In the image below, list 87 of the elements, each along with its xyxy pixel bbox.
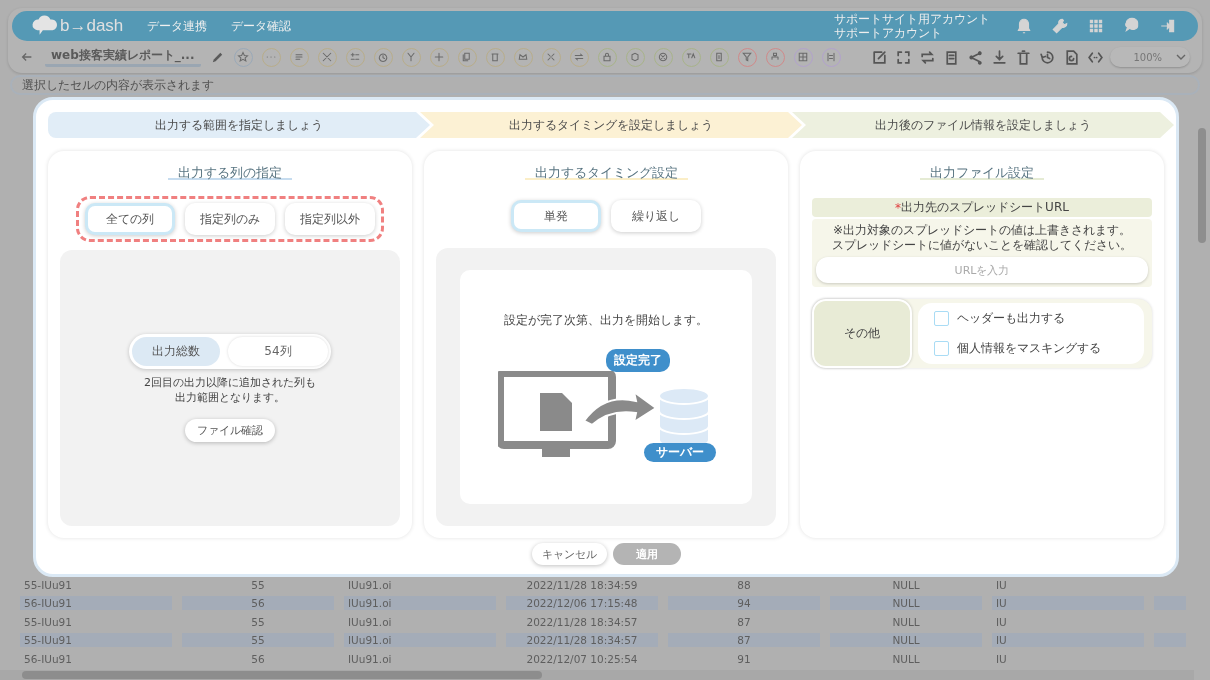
chat-icon[interactable] xyxy=(1123,17,1141,35)
table-cell: IU xyxy=(992,596,1144,611)
download-icon[interactable] xyxy=(991,48,1008,66)
table-cell-text: 55-IUu91 xyxy=(23,614,73,629)
table-cell-text: 91 xyxy=(736,651,752,666)
checkbox-label: ヘッダーも出力する xyxy=(957,310,1065,327)
table-cell-text: 56 xyxy=(250,651,266,666)
logout-icon[interactable] xyxy=(1159,17,1177,35)
table-cell: 56-IUu91 xyxy=(20,596,172,611)
table-cell: NULL xyxy=(830,633,982,648)
cancel-button[interactable]: キャンセル xyxy=(531,543,607,565)
panel-title: 出力ファイル設定 xyxy=(920,163,1044,182)
vertical-scrollbar[interactable] xyxy=(1198,128,1206,243)
table-cell-text: 55-IUu91 xyxy=(23,577,73,592)
panel-title: 出力するタイミング設定 xyxy=(524,163,688,182)
step-banner: 出力する範囲を指定しましょう xyxy=(48,112,430,138)
table-cell: IUu91.oi xyxy=(344,596,496,611)
checkbox[interactable] xyxy=(934,311,949,326)
expand-icon[interactable] xyxy=(895,48,912,66)
table-cell: 2022/11/28 18:34:57 xyxy=(506,633,658,648)
url-input[interactable]: URLを入力 xyxy=(816,257,1148,283)
table-cell-text: IU xyxy=(995,614,1008,629)
table-cell-text: 88 xyxy=(736,577,752,592)
note-text: 出力範囲となります。 xyxy=(175,390,285,405)
account-name: サポートサイト用アカウント xyxy=(834,12,990,26)
option-button[interactable]: 指定列のみ xyxy=(185,203,275,235)
horizontal-scrollbar[interactable] xyxy=(0,670,1194,680)
table-cell-text: NULL xyxy=(891,614,921,629)
history-icon[interactable] xyxy=(1039,48,1056,66)
table-cell-text: NULL xyxy=(891,577,921,592)
table-cell-text: NULL xyxy=(891,651,921,666)
file-refresh-icon[interactable] xyxy=(1063,48,1080,66)
back-arrow-icon[interactable] xyxy=(20,50,34,64)
table-cell: NULL xyxy=(830,596,982,611)
wrench-icon[interactable] xyxy=(1051,17,1069,35)
table-cell: 87 xyxy=(668,633,820,648)
required-mark: * xyxy=(895,200,902,215)
report-title[interactable]: web接客実績レポート_... xyxy=(45,47,201,67)
table-cell-text: IUu91.oi xyxy=(347,577,393,592)
total-label: 出力総数 xyxy=(132,337,221,366)
table-cell-text: IU xyxy=(995,651,1008,666)
table-cell-text: IU xyxy=(995,577,1008,592)
server-badge: サーバー xyxy=(644,443,716,462)
table-cell: 55 xyxy=(182,633,334,648)
option-button[interactable]: 単発 xyxy=(511,200,601,232)
other-label: その他 xyxy=(812,299,912,368)
file-check-button[interactable]: ファイル確認 xyxy=(185,419,275,442)
table-cell-text: 56-IUu91 xyxy=(23,651,73,666)
option-button[interactable]: 繰り返し xyxy=(611,200,701,232)
table-cell: 2022/12/06 17:15:48 xyxy=(506,596,658,611)
edit-icon[interactable] xyxy=(871,48,888,66)
logo-text: b→dash xyxy=(60,16,124,36)
table-cell: IU xyxy=(992,633,1144,648)
account-name: サポートアカウント xyxy=(834,26,943,40)
table-cell-text: 2022/11/28 18:34:57 xyxy=(525,614,639,629)
checkbox[interactable] xyxy=(934,341,949,356)
table-cell-text: 55 xyxy=(250,577,266,592)
table-cell: 55-IUu91 xyxy=(20,633,172,648)
bell-icon[interactable] xyxy=(1015,17,1033,35)
step-banner: 出力後のファイル情報を設定しましょう xyxy=(792,112,1174,138)
share-icon[interactable] xyxy=(967,48,984,66)
option-button[interactable]: 全ての列 xyxy=(85,203,175,235)
status-message: 設定が完了次第、出力を開始します。 xyxy=(504,312,708,329)
table-cell-text: 55 xyxy=(250,614,266,629)
checkbox-label: 個人情報をマスキングする xyxy=(957,340,1101,357)
table-cell-text: IUu91.oi xyxy=(347,651,393,666)
cell-content-field[interactable]: 選択したセルの内容が表示されます xyxy=(10,75,1200,95)
clipboard-icon[interactable] xyxy=(943,48,960,66)
table-cell-text: 87 xyxy=(736,614,752,629)
warning-text: ※出力対象のスプレッドシートの値は上書きされます。 xyxy=(832,223,1132,238)
table-cell: IUu91.oi xyxy=(344,633,496,648)
note-text: 2回目の出力以降に追加された列も xyxy=(144,375,316,390)
chevron-down-icon[interactable] xyxy=(1176,54,1186,60)
warning-text: スプレッドシートに値がないことを確認してください。 xyxy=(832,238,1132,253)
url-label: 出力先のスプレッドシートURL xyxy=(901,199,1069,216)
step-banner: 出力するタイミングを設定しましょう xyxy=(420,112,802,138)
status-badge: 設定完了 xyxy=(606,349,670,372)
table-cell-text: IUu91.oi xyxy=(347,614,393,629)
table-cell: 94 xyxy=(668,596,820,611)
option-button[interactable]: 指定列以外 xyxy=(285,203,375,235)
table-cell: 56 xyxy=(182,596,334,611)
panel-title: 出力する列の指定 xyxy=(168,163,292,182)
total-value: 54列 xyxy=(228,337,328,366)
table-cell-text: 2022/12/07 10:25:54 xyxy=(525,651,639,666)
repeat-icon[interactable] xyxy=(919,48,936,66)
table-cell-text: 2022/11/28 18:34:59 xyxy=(525,577,639,592)
grid-icon[interactable] xyxy=(1087,17,1105,35)
